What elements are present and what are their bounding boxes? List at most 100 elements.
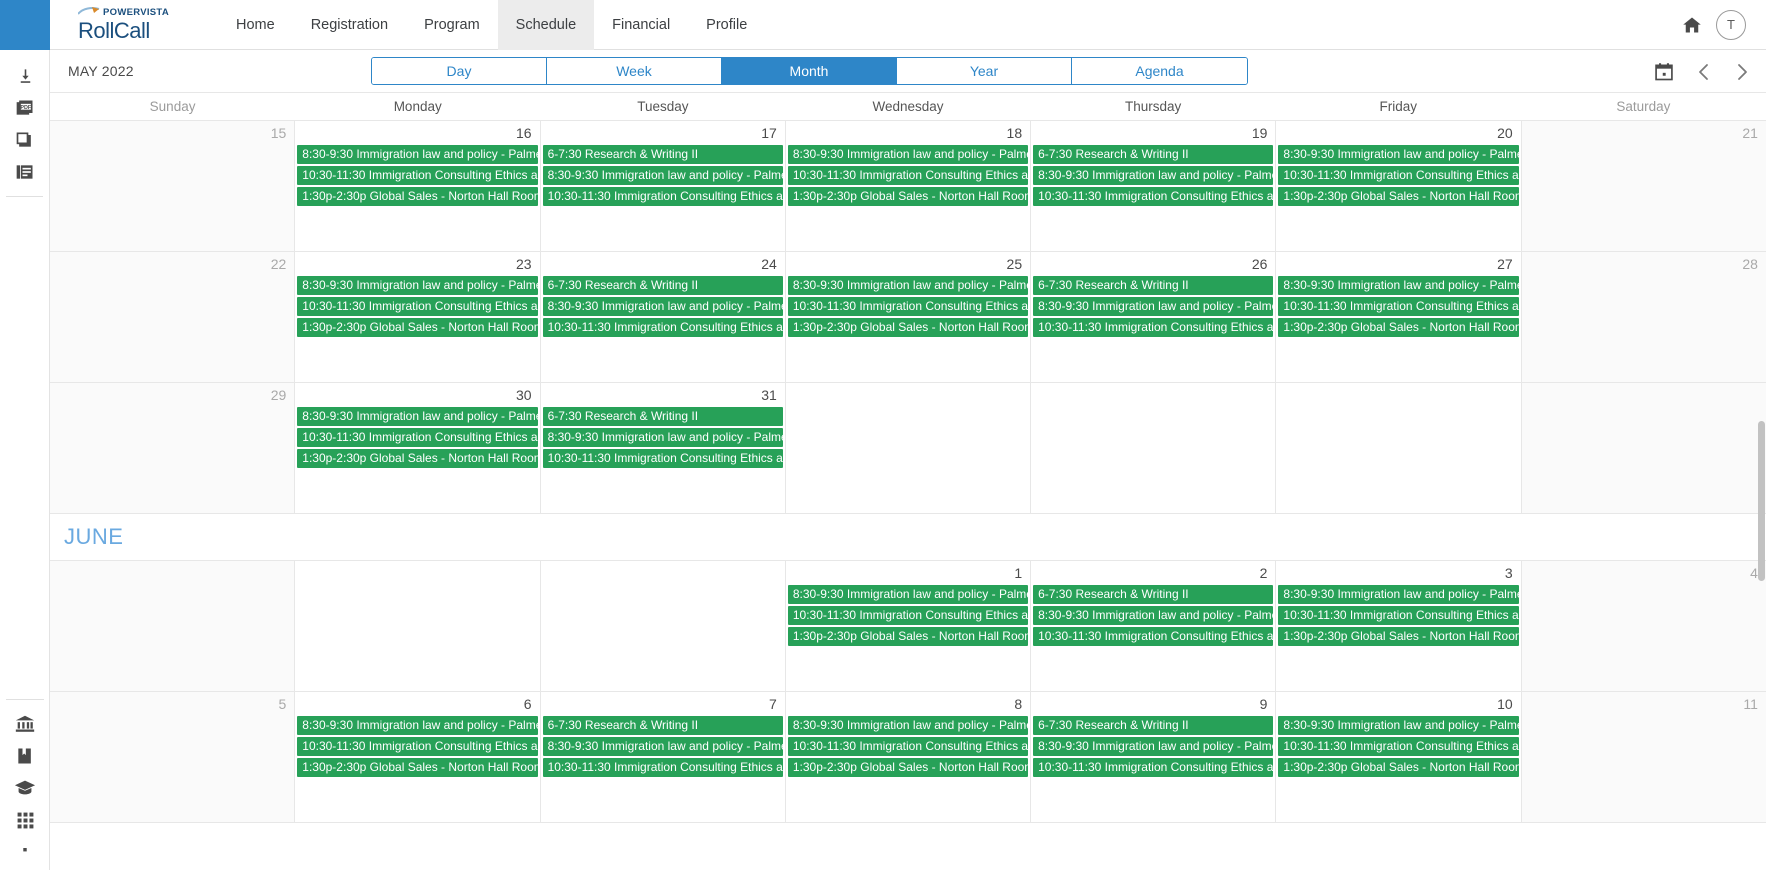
calendar-event[interactable]: 10:30-11:30 Immigration Consulting Ethic… [1278, 166, 1519, 185]
calendar-day-cell[interactable]: 27 8:30-9:30 Immigration law and policy -… [1276, 252, 1522, 382]
calendar-event[interactable]: 8:30-9:30 Immigration law and policy - P… [787, 716, 1029, 735]
view-button-year[interactable]: Year [897, 58, 1072, 84]
calendar-scrollbar[interactable] [1757, 121, 1766, 870]
calendar-day-cell[interactable]: 23 8:30-9:30 Immigration law and policy -… [295, 252, 541, 382]
calendar-event[interactable]: 8:30-9:30 Immigration law and policy - P… [1278, 145, 1519, 164]
calendar-day-cell[interactable] [1521, 383, 1766, 513]
calendar-event[interactable]: 1:30p-2:30p Global Sales - Norton Hall R… [1278, 318, 1519, 337]
calendar-day-cell[interactable]: 25 8:30-9:30 Immigration law and policy -… [785, 252, 1032, 382]
institution-icon[interactable] [0, 708, 50, 740]
calendar-event[interactable]: 6-7:30 Research & Writing II [542, 716, 783, 735]
calendar-event[interactable]: 1:30p-2:30p Global Sales - Norton Hall R… [1278, 627, 1519, 646]
calendar-scrollbar-thumb[interactable] [1758, 421, 1765, 581]
calendar-day-cell[interactable]: 21 [1521, 121, 1766, 251]
calendar-event[interactable]: 8:30-9:30 Immigration law and policy - P… [787, 145, 1029, 164]
calendar-event[interactable]: 10:30-11:30 Immigration Consulting Ethic… [297, 428, 538, 447]
calendar-day-cell[interactable]: 4 [1521, 561, 1766, 691]
calendar-event[interactable]: 1:30p-2:30p Global Sales - Norton Hall R… [297, 187, 538, 206]
calendar-event[interactable]: 10:30-11:30 Immigration Consulting Ethic… [1278, 606, 1519, 625]
calendar-event[interactable]: 8:30-9:30 Immigration law and policy - P… [542, 737, 783, 756]
calendar-event[interactable]: 10:30-11:30 Immigration Consulting Ethic… [1033, 187, 1274, 206]
calendar-event[interactable]: 8:30-9:30 Immigration law and policy - P… [542, 428, 783, 447]
nav-item-schedule[interactable]: Schedule [497, 0, 595, 50]
nav-item-financial[interactable]: Financial [594, 0, 688, 50]
home-icon[interactable] [1682, 15, 1702, 35]
calendar-day-cell[interactable]: 10 8:30-9:30 Immigration law and policy -… [1276, 692, 1522, 822]
calendar-day-cell[interactable]: 2 6-7:30 Research & Writing II 8:30-9:30 I… [1031, 561, 1277, 691]
pdf-icon[interactable]: PDF [0, 92, 50, 124]
calendar-event[interactable]: 1:30p-2:30p Global Sales - Norton Hall R… [787, 187, 1029, 206]
calendar-event[interactable]: 6-7:30 Research & Writing II [1033, 716, 1274, 735]
calendar-day-cell[interactable]: 1 8:30-9:30 Immigration law and policy - … [785, 561, 1032, 691]
view-button-day[interactable]: Day [372, 58, 547, 84]
nav-item-profile[interactable]: Profile [688, 0, 765, 50]
nav-item-home[interactable]: Home [218, 0, 293, 50]
nav-item-program[interactable]: Program [406, 0, 498, 50]
calendar-event[interactable]: 10:30-11:30 Immigration Consulting Ethic… [787, 297, 1029, 316]
view-button-week[interactable]: Week [547, 58, 722, 84]
calendar-event[interactable]: 10:30-11:30 Immigration Consulting Ethic… [542, 758, 783, 777]
calendar-event[interactable]: 10:30-11:30 Immigration Consulting Ethic… [297, 166, 538, 185]
book-icon[interactable] [0, 740, 50, 772]
apps-grid-icon[interactable] [0, 804, 50, 836]
calendar-event[interactable]: 8:30-9:30 Immigration law and policy - P… [542, 166, 783, 185]
avatar[interactable]: T [1716, 9, 1746, 40]
calendar-event[interactable]: 8:30-9:30 Immigration law and policy - P… [787, 276, 1029, 295]
graduation-cap-icon[interactable] [0, 772, 50, 804]
calendar-day-cell[interactable] [785, 383, 1032, 513]
calendar-day-cell[interactable]: 22 [50, 252, 296, 382]
calendar-event[interactable]: 10:30-11:30 Immigration Consulting Ethic… [1033, 318, 1274, 337]
calendar-event[interactable]: 8:30-9:30 Immigration law and policy - P… [1033, 297, 1274, 316]
partial-icon[interactable] [0, 836, 50, 868]
calendar-event[interactable]: 6-7:30 Research & Writing II [1033, 145, 1274, 164]
calendar-day-cell[interactable]: 7 6-7:30 Research & Writing II 8:30-9:30 I… [540, 692, 786, 822]
calendar-event[interactable]: 10:30-11:30 Immigration Consulting Ethic… [1278, 297, 1519, 316]
calendar-day-cell[interactable]: 30 8:30-9:30 Immigration law and policy -… [295, 383, 541, 513]
calendar-day-cell[interactable]: 19 6-7:30 Research & Writing II 8:30-9:30 … [1031, 121, 1277, 251]
calendar-event[interactable]: 6-7:30 Research & Writing II [1033, 585, 1274, 604]
calendar-day-cell[interactable]: 24 6-7:30 Research & Writing II 8:30-9:30 … [540, 252, 786, 382]
calendar-event[interactable]: 10:30-11:30 Immigration Consulting Ethic… [1033, 758, 1274, 777]
calendar-event[interactable]: 1:30p-2:30p Global Sales - Norton Hall R… [787, 627, 1029, 646]
calendar-event[interactable]: 6-7:30 Research & Writing II [542, 276, 783, 295]
calendar-day-cell[interactable]: 6 8:30-9:30 Immigration law and policy - … [295, 692, 541, 822]
calendar-event[interactable]: 1:30p-2:30p Global Sales - Norton Hall R… [297, 758, 538, 777]
calendar-event[interactable]: 1:30p-2:30p Global Sales - Norton Hall R… [787, 318, 1029, 337]
calendar-event[interactable]: 1:30p-2:30p Global Sales - Norton Hall R… [297, 449, 538, 468]
report-icon[interactable] [0, 156, 50, 188]
calendar-day-cell[interactable]: 28 [1521, 252, 1766, 382]
calendar-event[interactable]: 1:30p-2:30p Global Sales - Norton Hall R… [297, 318, 538, 337]
calendar-event[interactable]: 8:30-9:30 Immigration law and policy - P… [1033, 166, 1274, 185]
calendar-event[interactable]: 10:30-11:30 Immigration Consulting Ethic… [1278, 737, 1519, 756]
calendar-day-cell[interactable]: 3 8:30-9:30 Immigration law and policy - … [1276, 561, 1522, 691]
calendar-event[interactable]: 10:30-11:30 Immigration Consulting Ethic… [1033, 627, 1274, 646]
calendar-day-cell[interactable]: 26 6-7:30 Research & Writing II 8:30-9:30 … [1031, 252, 1277, 382]
calendar-day-cell[interactable]: 31 6-7:30 Research & Writing II 8:30-9:30 … [540, 383, 786, 513]
calendar-event[interactable]: 8:30-9:30 Immigration law and policy - P… [787, 585, 1029, 604]
view-button-month[interactable]: Month [722, 58, 897, 84]
calendar-event[interactable]: 8:30-9:30 Immigration law and policy - P… [1278, 716, 1519, 735]
calendar-event[interactable]: 6-7:30 Research & Writing II [1033, 276, 1274, 295]
calendar-event[interactable]: 10:30-11:30 Immigration Consulting Ethic… [787, 737, 1029, 756]
calendar-event[interactable]: 8:30-9:30 Immigration law and policy - P… [542, 297, 783, 316]
calendar-day-cell[interactable]: 29 [50, 383, 296, 513]
calendar-event[interactable]: 8:30-9:30 Immigration law and policy - P… [1033, 737, 1274, 756]
calendar-event[interactable]: 8:30-9:30 Immigration law and policy - P… [297, 407, 538, 426]
calendar-event[interactable]: 6-7:30 Research & Writing II [542, 145, 783, 164]
calendar-day-cell[interactable]: 8 8:30-9:30 Immigration law and policy - … [785, 692, 1032, 822]
nav-item-registration[interactable]: Registration [293, 0, 406, 50]
calendar-day-cell[interactable] [1031, 383, 1277, 513]
calendar-day-cell[interactable]: 15 [50, 121, 296, 251]
calendar-event[interactable]: 6-7:30 Research & Writing II [542, 407, 783, 426]
calendar-event[interactable]: 10:30-11:30 Immigration Consulting Ethic… [297, 737, 538, 756]
calendar-day-cell[interactable] [295, 561, 541, 691]
calendar-day-cell[interactable]: 17 6-7:30 Research & Writing II 8:30-9:30 … [540, 121, 786, 251]
calendar-event[interactable]: 10:30-11:30 Immigration Consulting Ethic… [787, 166, 1029, 185]
copy-icon[interactable] [0, 124, 50, 156]
calendar-day-cell[interactable] [540, 561, 786, 691]
calendar-event[interactable]: 10:30-11:30 Immigration Consulting Ethic… [787, 606, 1029, 625]
calendar-event[interactable]: 8:30-9:30 Immigration law and policy - P… [297, 276, 538, 295]
calendar-day-cell[interactable]: 20 8:30-9:30 Immigration law and policy -… [1276, 121, 1522, 251]
download-icon[interactable] [0, 60, 50, 92]
calendar-day-cell[interactable]: 9 6-7:30 Research & Writing II 8:30-9:30 I… [1031, 692, 1277, 822]
